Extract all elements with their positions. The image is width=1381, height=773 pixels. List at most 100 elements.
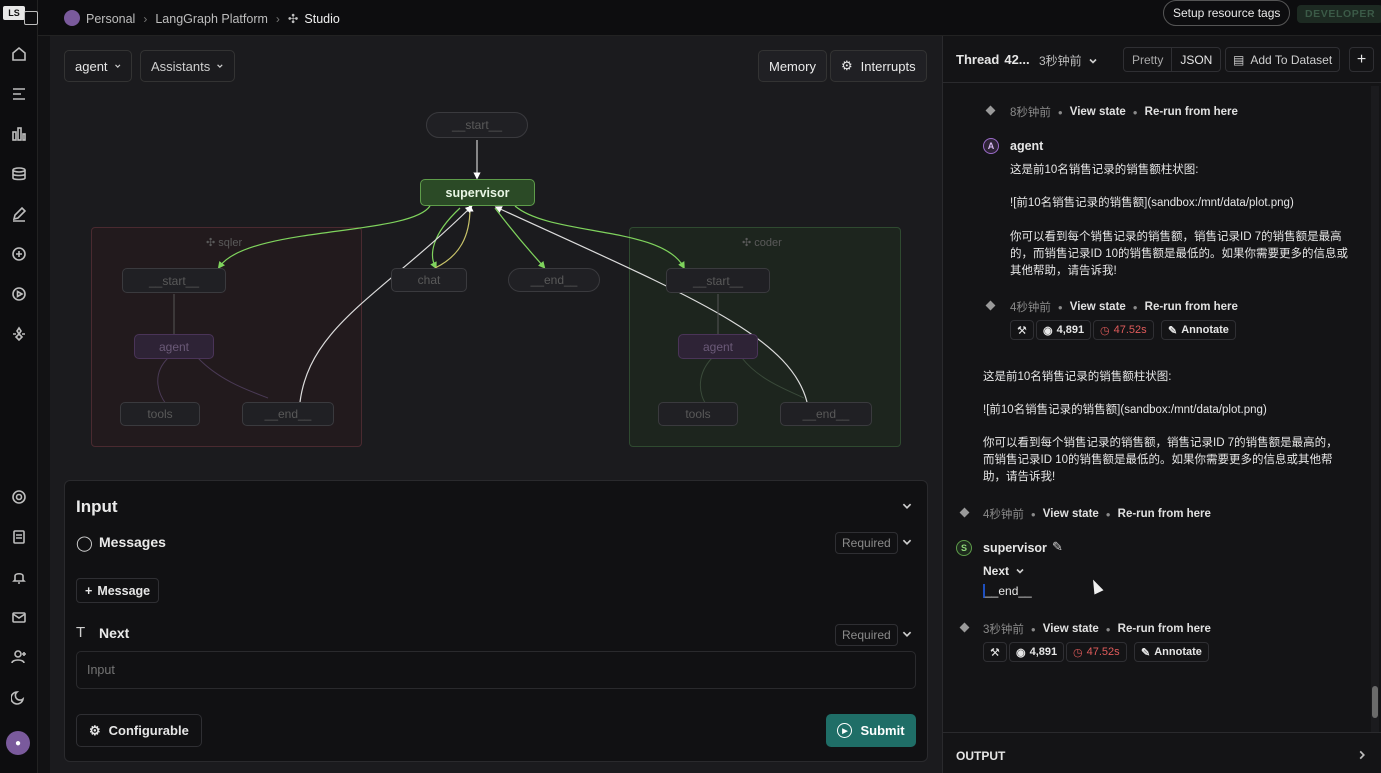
- input-panel: Input ◯ Messages Required + Message T Nex…: [64, 480, 928, 762]
- agent-message-line: 的，而销售记录ID 10的销售额是最低的。如果你需要更多的信息或: [1010, 248, 1348, 260]
- docs-icon[interactable]: [9, 527, 29, 547]
- next-field-value[interactable]: ​__end__: [983, 584, 1032, 598]
- annotate-button[interactable]: ✎ Annotate: [1134, 642, 1209, 662]
- add-thread-icon[interactable]: +: [1349, 47, 1374, 72]
- submit-button[interactable]: ▶ Submit: [826, 714, 916, 747]
- chevron-right-icon[interactable]: [1356, 749, 1368, 761]
- output-message-line: 你可以看到每个销售记录的销售额，销售记录ID 7的销售额是最高的，: [983, 437, 1338, 449]
- step-diamond-icon: [985, 300, 996, 311]
- notifications-icon[interactable]: [9, 567, 29, 587]
- sqler-node-start[interactable]: __start__: [122, 268, 226, 293]
- theme-toggle-icon[interactable]: [9, 687, 29, 707]
- pencil-icon: ✎: [1141, 646, 1151, 659]
- pretty-tab[interactable]: Pretty: [1124, 48, 1171, 71]
- add-to-dataset-button[interactable]: ▤ Add To Dataset: [1225, 47, 1341, 72]
- supervisor-avatar: S: [956, 540, 972, 556]
- node-start[interactable]: __start__: [426, 112, 528, 138]
- annotate-label: Annotate: [1181, 324, 1229, 336]
- sidebar-toggle-icon[interactable]: [24, 11, 38, 25]
- output-label: OUTPUT: [956, 749, 1006, 763]
- mail-icon[interactable]: [9, 607, 29, 627]
- chevron-down-icon[interactable]: [901, 628, 913, 640]
- setup-resource-tags-button[interactable]: Setup resource tags: [1163, 0, 1291, 26]
- agent-message-line: 这是前10名销售记录的销售额柱状图:: [1010, 164, 1199, 176]
- view-state-link[interactable]: View state: [1070, 301, 1126, 313]
- rerun-link[interactable]: Re-run from here: [1118, 623, 1211, 635]
- add-dataset-label: Add To Dataset: [1250, 52, 1333, 67]
- breadcrumb-platform[interactable]: LangGraph Platform: [155, 12, 268, 26]
- playground-icon[interactable]: [9, 284, 29, 304]
- node-supervisor[interactable]: supervisor: [420, 179, 535, 206]
- breadcrumb-personal[interactable]: Personal: [86, 12, 135, 26]
- output-message-line: 助，请告诉我!: [983, 471, 1056, 483]
- json-tab[interactable]: JSON: [1171, 48, 1220, 71]
- datasets-icon[interactable]: [9, 164, 29, 184]
- next-field-toggle[interactable]: Next: [983, 564, 1025, 578]
- add-message-button[interactable]: + Message: [76, 578, 160, 603]
- node-end[interactable]: __end__: [508, 268, 600, 292]
- chevron-down-icon[interactable]: [901, 500, 913, 512]
- deployments-icon[interactable]: [9, 324, 29, 344]
- rerun-link[interactable]: Re-run from here: [1145, 301, 1238, 313]
- next-input[interactable]: [76, 651, 916, 689]
- tools-icon[interactable]: ⚒: [1010, 320, 1034, 340]
- step-time: 4秒钟前: [983, 509, 1024, 521]
- annotation-icon[interactable]: [9, 204, 29, 224]
- settings-icon[interactable]: [9, 487, 29, 507]
- latency-chip: ◷ 47.52s: [1066, 642, 1127, 662]
- view-state-link[interactable]: View state: [1043, 623, 1099, 635]
- avatar[interactable]: ●: [6, 731, 30, 755]
- view-state-link[interactable]: View state: [1070, 106, 1126, 118]
- breadcrumb-studio[interactable]: Studio: [304, 12, 339, 26]
- langsmith-logo[interactable]: LS: [3, 6, 25, 20]
- rerun-link[interactable]: Re-run from here: [1145, 106, 1238, 118]
- step-meta: 4秒钟前 ● View state ● Re-run from here: [1010, 299, 1238, 315]
- configurable-button[interactable]: ⚙ Configurable: [76, 714, 202, 747]
- thread-panel: Thread 42... 3秒钟前 Pretty JSON ▤ Add To Dat…: [942, 36, 1381, 773]
- sqler-node-end[interactable]: __end__: [242, 402, 334, 426]
- annotate-label: Annotate: [1154, 646, 1202, 658]
- node-chat[interactable]: chat: [391, 268, 467, 292]
- prompts-icon[interactable]: [9, 244, 29, 264]
- coder-node-end[interactable]: __end__: [780, 402, 872, 426]
- plus-icon: +: [85, 583, 93, 598]
- chevron-down-icon[interactable]: [901, 536, 913, 548]
- edit-pencil-icon[interactable]: ✎: [1052, 539, 1063, 555]
- projects-icon[interactable]: [9, 84, 29, 104]
- step-meta: 8秒钟前 ● View state ● Re-run from here: [1010, 104, 1238, 120]
- output-message-line: ![前10名销售记录的销售额](sandbox:/mnt/data/plot.p…: [983, 404, 1267, 416]
- thread-time-select[interactable]: 3秒钟前: [1039, 52, 1098, 69]
- gear-icon: ⚙: [89, 722, 101, 738]
- tools-icon[interactable]: ⚒: [983, 642, 1007, 662]
- latency-chip: ◷ 47.52s: [1093, 320, 1154, 340]
- annotate-button[interactable]: ✎ Annotate: [1161, 320, 1236, 340]
- thread-time: 3秒钟前: [1039, 54, 1082, 68]
- dashboards-icon[interactable]: [9, 124, 29, 144]
- output-message-line: 这是前10名销售记录的销售额柱状图:: [983, 371, 1172, 383]
- dot-separator: ●: [1057, 107, 1063, 117]
- rerun-link[interactable]: Re-run from here: [1118, 508, 1211, 520]
- output-section[interactable]: [943, 732, 1381, 773]
- step-diamond-icon: [959, 507, 970, 518]
- view-state-link[interactable]: View state: [1043, 508, 1099, 520]
- sqler-node-tools[interactable]: tools: [120, 402, 200, 426]
- thread-title: Thread 42...: [956, 52, 1030, 67]
- home-icon[interactable]: [9, 44, 29, 64]
- chevron-down-icon: [1016, 568, 1024, 574]
- sqler-node-agent[interactable]: agent: [134, 334, 214, 359]
- next-field-label: Next: [983, 564, 1010, 578]
- step-time: 8秒钟前: [1010, 107, 1051, 119]
- dot-separator: ●: [1105, 509, 1111, 519]
- scrollbar-track[interactable]: [1371, 86, 1379, 732]
- coder-node-agent[interactable]: agent: [678, 334, 758, 359]
- coder-node-start[interactable]: __start__: [666, 268, 770, 293]
- messages-label: Messages: [99, 534, 166, 550]
- configurable-label: Configurable: [108, 723, 189, 738]
- step-meta: 3秒钟前 ● View state ● Re-run from here: [983, 621, 1211, 637]
- add-user-icon[interactable]: [9, 647, 29, 667]
- scrollbar-thumb[interactable]: [1372, 686, 1378, 718]
- next-value-text: __end__: [985, 584, 1032, 598]
- coder-node-tools[interactable]: tools: [658, 402, 738, 426]
- token-count-chip: ◉ 4,891: [1036, 320, 1092, 340]
- dot-separator: ●: [1132, 107, 1138, 117]
